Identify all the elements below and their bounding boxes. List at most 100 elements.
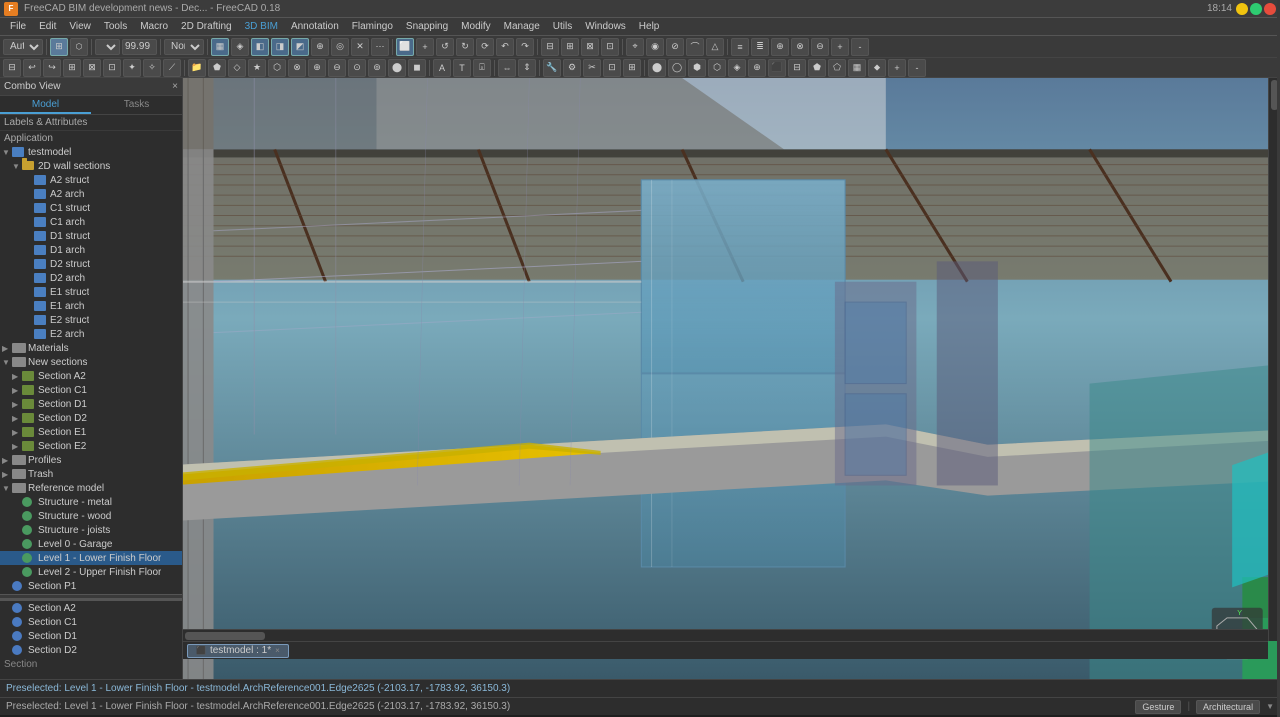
menu-file[interactable]: File: [4, 20, 32, 33]
tree-item-new-sections[interactable]: ▼ New sections: [0, 355, 182, 369]
menu-flamingo[interactable]: Flamingo: [346, 20, 399, 33]
viewport-tab-close[interactable]: ×: [275, 646, 280, 655]
tree-item-level2[interactable]: Level 2 - Upper Finish Floor: [0, 565, 182, 579]
tb2-btn-41[interactable]: ⬠: [828, 59, 846, 77]
tb2-btn-8[interactable]: ✧: [143, 59, 161, 77]
tab-model[interactable]: Model: [0, 96, 91, 114]
tb-btn-2[interactable]: ◈: [231, 38, 249, 56]
tb-btn-9[interactable]: ⋯: [371, 38, 389, 56]
tb2-btn-3[interactable]: ↪: [43, 59, 61, 77]
tb2-btn-26[interactable]: ⇕: [518, 59, 536, 77]
ortho-btn[interactable]: ⬡: [70, 38, 88, 56]
menu-3d-bim[interactable]: 3D BIM: [239, 20, 284, 33]
tb-btn-4[interactable]: ◨: [271, 38, 289, 56]
auto-select[interactable]: Auto: [3, 39, 43, 55]
expand-testmodel[interactable]: ▼: [2, 148, 12, 157]
tb-btn-22[interactable]: ◉: [646, 38, 664, 56]
menu-snapping[interactable]: Snapping: [400, 20, 454, 33]
percent-input[interactable]: [122, 39, 157, 55]
expand-new-sections[interactable]: ▼: [2, 358, 12, 367]
tb-btn-5[interactable]: ◩: [291, 38, 309, 56]
tb-btn-13[interactable]: ↻: [456, 38, 474, 56]
tree-item-e1-struct[interactable]: E1 struct: [0, 285, 182, 299]
menu-utils[interactable]: Utils: [547, 20, 578, 33]
bottom-section-a2[interactable]: Section A2: [0, 601, 182, 615]
tb2-btn-19[interactable]: ⊚: [368, 59, 386, 77]
tree-item-2d-wall-sections[interactable]: ▼ 2D wall sections: [0, 159, 182, 173]
expand-2d-wall[interactable]: ▼: [12, 162, 22, 171]
tree-item-a2-arch[interactable]: A2 arch: [0, 187, 182, 201]
tb2-btn-25[interactable]: ⇔: [498, 59, 516, 77]
tb2-btn-7[interactable]: ✦: [123, 59, 141, 77]
tree-item-d2-arch[interactable]: D2 arch: [0, 271, 182, 285]
arch-dropdown[interactable]: ▼: [1266, 702, 1274, 711]
tb-btn-26[interactable]: ≡: [731, 38, 749, 56]
tb-btn-1[interactable]: ▦: [211, 38, 229, 56]
tb2-btn-5[interactable]: ⊠: [83, 59, 101, 77]
tree-item-profiles[interactable]: ▶ Profiles: [0, 453, 182, 467]
tree-item-section-p1[interactable]: Section P1: [0, 579, 182, 593]
grid-btn[interactable]: ⊞: [50, 38, 68, 56]
tree-item-section-e2[interactable]: ▶ Section E2: [0, 439, 182, 453]
tb-btn-6[interactable]: ⊕: [311, 38, 329, 56]
tb2-btn-18[interactable]: ⊙: [348, 59, 366, 77]
tb-btn-15[interactable]: ↶: [496, 38, 514, 56]
combo-view-close[interactable]: ×: [172, 81, 178, 92]
tb-btn-30[interactable]: ⊖: [811, 38, 829, 56]
tb-btn-18[interactable]: ⊞: [561, 38, 579, 56]
tb2-btn-1[interactable]: ⊟: [3, 59, 21, 77]
tb2-btn-30[interactable]: ⊡: [603, 59, 621, 77]
bottom-section-d2[interactable]: Section D2: [0, 643, 182, 657]
menu-2d-drafting[interactable]: 2D Drafting: [175, 20, 238, 33]
tb2-btn-39[interactable]: ⊟: [788, 59, 806, 77]
tb2-btn-14[interactable]: ⬡: [268, 59, 286, 77]
tb2-btn-29[interactable]: ✂: [583, 59, 601, 77]
tree-item-testmodel[interactable]: ▼ testmodel: [0, 145, 182, 159]
tb-btn-28[interactable]: ⊕: [771, 38, 789, 56]
tree-item-section-d1[interactable]: ▶ Section D1: [0, 397, 182, 411]
tb-btn-29[interactable]: ⊗: [791, 38, 809, 56]
tree-item-materials[interactable]: ▶ Materials: [0, 341, 182, 355]
tb-btn-27[interactable]: ≣: [751, 38, 769, 56]
tree-item-a2-struct[interactable]: A2 struct: [0, 173, 182, 187]
tree-item-section-a2[interactable]: ▶ Section A2: [0, 369, 182, 383]
maximize-button[interactable]: [1250, 3, 1262, 15]
tree-item-e2-struct[interactable]: E2 struct: [0, 313, 182, 327]
tree-item-struct-wood[interactable]: Structure - wood: [0, 509, 182, 523]
tb2-btn-43[interactable]: ⬥: [868, 59, 886, 77]
tb-btn-16[interactable]: ↷: [516, 38, 534, 56]
tree-item-section-e1[interactable]: ▶ Section E1: [0, 425, 182, 439]
tb-btn-17[interactable]: ⊟: [541, 38, 559, 56]
none-select[interactable]: None: [164, 39, 204, 55]
tree-item-d1-arch[interactable]: D1 arch: [0, 243, 182, 257]
tb2-btn-15[interactable]: ⊗: [288, 59, 306, 77]
tb-btn-25[interactable]: △: [706, 38, 724, 56]
menu-windows[interactable]: Windows: [579, 20, 632, 33]
tree-item-e1-arch[interactable]: E1 arch: [0, 299, 182, 313]
viewport[interactable]: TOP X Y Z ⬛ testmodel : 1* ×: [183, 78, 1280, 679]
menu-annotation[interactable]: Annotation: [285, 20, 345, 33]
tb-btn-7[interactable]: ◎: [331, 38, 349, 56]
tree-area[interactable]: ▼ testmodel ▼ 2D wall sections A2 struct: [0, 145, 182, 594]
gesture-button[interactable]: Gesture: [1135, 700, 1181, 714]
tb2-btn-38[interactable]: ⬛: [768, 59, 786, 77]
bottom-section-c1[interactable]: Section C1: [0, 615, 182, 629]
minimize-button[interactable]: [1236, 3, 1248, 15]
bottom-section-d1[interactable]: Section D1: [0, 629, 182, 643]
tb2-btn-40[interactable]: ⬟: [808, 59, 826, 77]
tb2-btn-33[interactable]: ◯: [668, 59, 686, 77]
tb-btn-12[interactable]: ↺: [436, 38, 454, 56]
tb-btn-14[interactable]: ⟳: [476, 38, 494, 56]
tb2-btn-11[interactable]: ⬟: [208, 59, 226, 77]
tree-item-level1[interactable]: Level 1 - Lower Finish Floor: [0, 551, 182, 565]
tb2-btn-22[interactable]: A: [433, 59, 451, 77]
menu-macro[interactable]: Macro: [134, 20, 174, 33]
tb2-btn-32[interactable]: ⬤: [648, 59, 666, 77]
menu-modify[interactable]: Modify: [455, 20, 496, 33]
tb2-btn-4[interactable]: ⊞: [63, 59, 81, 77]
tb-btn-20[interactable]: ⊡: [601, 38, 619, 56]
tree-item-struct-joists[interactable]: Structure - joists: [0, 523, 182, 537]
tb2-btn-20[interactable]: ⬤: [388, 59, 406, 77]
tb2-btn-27[interactable]: 🔧: [543, 59, 561, 77]
tree-item-section-c1[interactable]: ▶ Section C1: [0, 383, 182, 397]
